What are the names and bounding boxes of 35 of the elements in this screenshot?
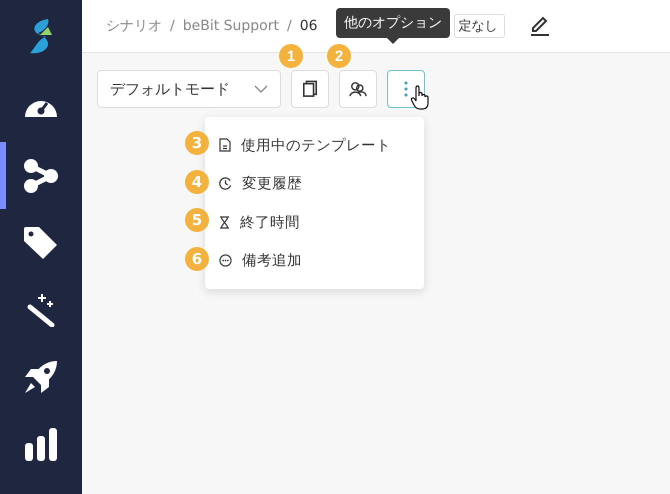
- number-badge: 6: [185, 246, 209, 270]
- copy-icon: [302, 80, 318, 98]
- number-badge: 1: [279, 44, 303, 68]
- mode-dropdown[interactable]: デフォルトモード: [97, 70, 281, 108]
- breadcrumb-separator: /: [170, 18, 175, 34]
- breadcrumb-current: 06: [300, 18, 318, 34]
- number-badge: 3: [185, 131, 209, 155]
- pencil-icon[interactable]: [528, 15, 551, 37]
- tag-icon: [23, 226, 59, 260]
- more-vertical-icon: [404, 81, 408, 97]
- number-badge: 2: [327, 44, 351, 68]
- number-badge: 4: [185, 170, 209, 194]
- gauge-icon: [23, 100, 59, 116]
- status-tag: 定なし: [454, 14, 505, 38]
- hand-cursor-icon: [410, 85, 430, 111]
- menu-item-label: 変更履歴: [242, 174, 302, 194]
- document-icon: [219, 138, 231, 152]
- number-badge: 5: [185, 208, 209, 232]
- menu-item-label: 使用中のテンプレート: [241, 136, 391, 155]
- tooltip-arrow: [387, 38, 399, 44]
- users-icon: [349, 81, 367, 97]
- share-icon: [23, 158, 59, 192]
- clock-icon: [219, 177, 232, 190]
- menu-item-label: 備考追加: [242, 252, 302, 270]
- chevron-down-icon: [254, 85, 268, 93]
- tooltip: 他のオプション: [336, 8, 450, 38]
- hourglass-icon: [219, 216, 230, 229]
- breadcrumb-separator: /: [287, 18, 292, 34]
- menu-item-label: 終了時間: [240, 214, 300, 232]
- rocket-icon: [23, 358, 59, 394]
- breadcrumb-link[interactable]: beBit Support: [182, 18, 279, 34]
- magic-wand-icon: [26, 292, 56, 326]
- chat-bubble-icon: [219, 254, 232, 268]
- breadcrumb-link[interactable]: シナリオ: [106, 17, 162, 35]
- bar-chart-icon: [23, 426, 59, 460]
